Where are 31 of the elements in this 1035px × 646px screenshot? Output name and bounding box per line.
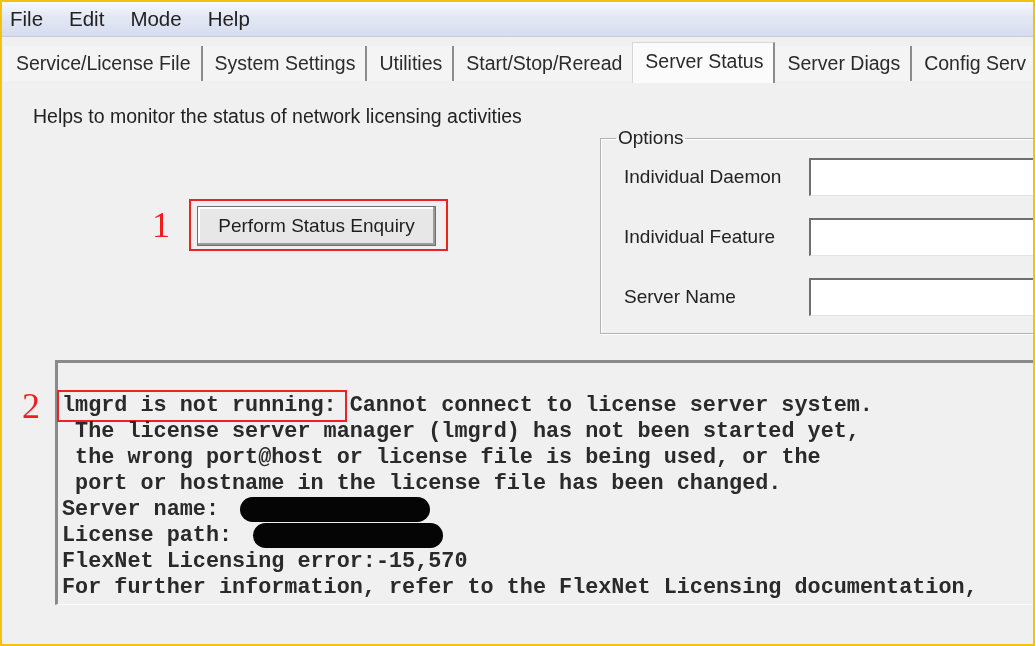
output-line: the wrong port@host or license file is being used, or the	[74, 445, 821, 470]
group-title: Options	[617, 127, 685, 149]
input-field[interactable]	[809, 218, 1033, 256]
tab[interactable]: Server Diags	[775, 46, 913, 81]
output-line: port or hostname in the license file has been changed.	[74, 471, 782, 496]
tab[interactable]: System Settings	[202, 46, 368, 81]
output-line: Server name:	[62, 497, 219, 522]
field-label: Individual Feature	[624, 225, 777, 249]
description-text: Helps to monitor the status of network licensing activities	[33, 104, 523, 128]
menu-item[interactable]: Mode	[122, 6, 190, 32]
status-enquiry-button[interactable]: Perform Status Enquiry	[197, 206, 436, 246]
output-line: For further information, refer to the FlexNet Licensing documentation,	[62, 575, 978, 600]
menu-item[interactable]: Edit	[61, 6, 113, 32]
menu-item[interactable]: File	[2, 6, 52, 32]
field-label: Server Name	[624, 285, 737, 309]
output-line: The license server manager (lmgrd) has not been started yet,	[74, 419, 860, 444]
output-line: License path:	[62, 523, 233, 548]
field-label: Individual Daemon	[624, 165, 783, 189]
tab[interactable]: Start/Stop/Reread	[454, 46, 633, 81]
callout-number: 2	[22, 388, 40, 424]
input-field[interactable]	[809, 278, 1033, 316]
tab[interactable]: Service/License File	[4, 46, 203, 81]
tab[interactable]: Utilities	[367, 46, 455, 81]
callout-number: 1	[152, 207, 170, 243]
output-line: FlexNet Licensing error:-15,570	[62, 549, 468, 574]
output-line: Cannot connect to license server system.	[349, 393, 873, 418]
menu-item[interactable]: Help	[199, 6, 258, 32]
tab[interactable]: Config Serv	[912, 46, 1033, 81]
tab[interactable]: Server Status	[632, 42, 776, 83]
input-field[interactable]	[809, 158, 1033, 196]
highlighted-text: lmgrd is not running:	[57, 390, 347, 422]
